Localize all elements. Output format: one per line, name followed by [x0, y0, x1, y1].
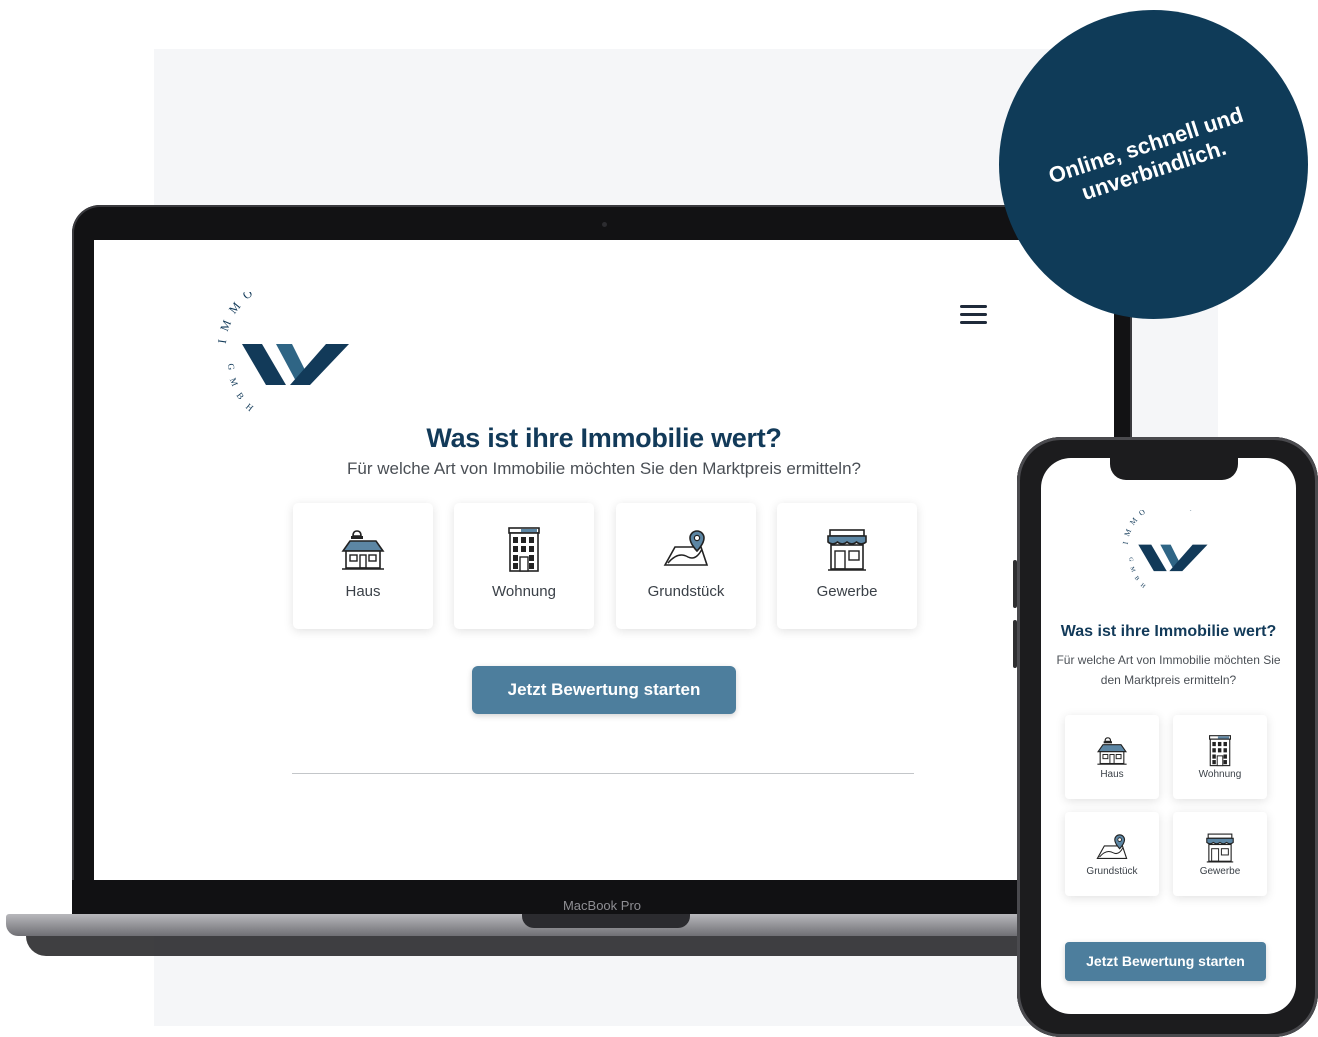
storefront-icon	[827, 529, 867, 571]
property-type-label: Wohnung	[1198, 769, 1242, 780]
property-type-label: Haus	[345, 583, 381, 600]
property-type-card-gewerbe[interactable]: Gewerbe	[777, 503, 917, 629]
phone-screen: IMMOVISTA GMBH Was ist ihre Immobilie we…	[1041, 458, 1296, 1014]
property-type-card-wohnung-mobile[interactable]: Wohnung	[1173, 715, 1267, 799]
page-subtitle-mobile-line: Für welche Art von Immobilie möchten Sie	[1056, 653, 1281, 667]
laptop-brand-label: MacBook Pro	[562, 898, 642, 913]
property-type-card-haus-mobile[interactable]: Haus	[1065, 715, 1159, 799]
logo-ring-left-text: GMBH	[1127, 557, 1145, 594]
property-type-label: Grundstück	[647, 583, 725, 600]
logo-ring-top-text: IMMOVISTA	[215, 272, 328, 345]
svg-text:GMBH: GMBH	[226, 363, 262, 419]
laptop-screen: IMMOVISTA GMBH Was ist ihre Immobilie we…	[94, 240, 1114, 880]
laptop-notch	[522, 914, 690, 928]
page-title-mobile: Was ist ihre Immobilie wert?	[1060, 623, 1277, 640]
property-type-card-haus[interactable]: Haus	[293, 503, 433, 629]
hamburger-menu-icon[interactable]	[960, 304, 988, 326]
property-type-card-wohnung[interactable]: Wohnung	[454, 503, 594, 629]
divider	[292, 773, 914, 774]
laptop-camera	[602, 222, 607, 227]
page-subtitle-mobile: Für welche Art von Immobilie möchten Sie…	[1051, 650, 1286, 690]
laptop-chin: MacBook Pro	[72, 880, 1132, 916]
phone-side-button	[1013, 620, 1017, 668]
page-title: Was ist ihre Immobilie wert?	[426, 423, 782, 453]
promo-badge-text: Online, schnell und unverbindlich.	[999, 10, 1308, 319]
property-type-label: Gewerbe	[816, 583, 878, 600]
house-icon	[1097, 737, 1127, 765]
svg-text:GMBH: GMBH	[1127, 557, 1150, 594]
logo-ring-top-text: IMMOVISTA	[1121, 498, 1194, 545]
apartment-building-icon	[1209, 735, 1231, 767]
phone-side-button	[1013, 560, 1017, 608]
house-icon	[341, 530, 385, 570]
property-type-label: Haus	[1100, 769, 1124, 780]
property-type-label: Gewerbe	[1199, 866, 1241, 877]
storefront-icon	[1206, 833, 1234, 863]
logo-ring-left-text: GMBH	[226, 363, 253, 419]
svg-text:IMMOVISTA: IMMOVISTA	[1121, 510, 1199, 545]
property-type-card-grundstueck[interactable]: Grundstück	[616, 503, 756, 629]
property-type-label: Wohnung	[492, 583, 556, 600]
laptop-shadow	[26, 936, 1176, 956]
company-logo[interactable]: IMMOVISTA GMBH	[206, 272, 376, 422]
property-type-card-gewerbe-mobile[interactable]: Gewerbe	[1173, 812, 1267, 896]
svg-text:IMMOVISTA: IMMOVISTA	[215, 292, 336, 344]
immovista-logo-icon: IMMOVISTA GMBH	[215, 272, 349, 419]
start-valuation-button-mobile[interactable]: Jetzt Bewertung starten	[1065, 942, 1266, 981]
page-subtitle: Für welche Art von Immobilie möchten Sie…	[347, 459, 861, 478]
apartment-building-icon	[508, 527, 540, 572]
phone-notch	[1110, 458, 1238, 480]
immovista-logo-icon: IMMOVISTA GMBH	[1121, 498, 1208, 594]
promo-badge: Online, schnell und unverbindlich.	[999, 10, 1308, 319]
company-logo-mobile[interactable]: IMMOVISTA GMBH	[1115, 498, 1225, 596]
page-subtitle-mobile-line: den Marktpreis ermitteln?	[1100, 673, 1237, 687]
land-plot-icon	[1096, 834, 1128, 859]
property-type-label: Grundstück	[1086, 866, 1138, 877]
property-type-card-grundstueck-mobile[interactable]: Grundstück	[1065, 812, 1159, 896]
land-plot-icon	[663, 530, 709, 566]
start-valuation-button[interactable]: Jetzt Bewertung starten	[472, 666, 736, 714]
